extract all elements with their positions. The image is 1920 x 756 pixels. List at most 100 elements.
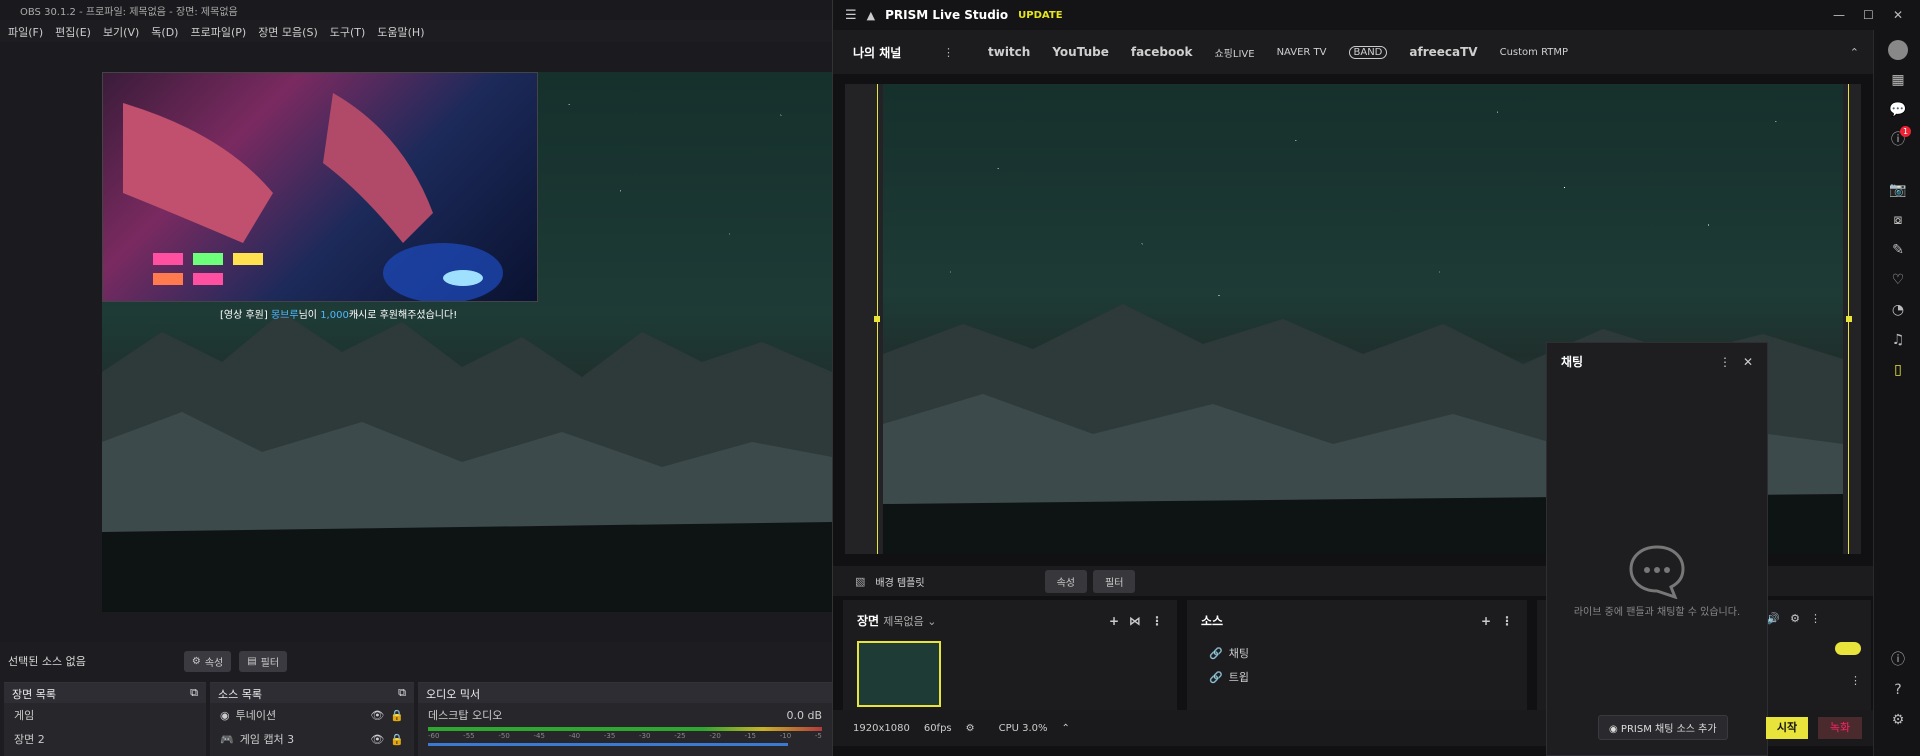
audio-toggle[interactable] [1835,642,1861,655]
platform-afreecatv[interactable]: afreecaTV [1409,45,1477,59]
add-chat-source-button[interactable]: ◉ PRISM 채팅 소스 추가 [1598,715,1728,740]
source-item[interactable]: 🔗 채팅 [1187,641,1527,665]
resize-handle-right[interactable] [1846,316,1852,322]
collapse-icon[interactable]: ⌃ [1850,46,1859,59]
more-vertical-icon[interactable]: ⋮ [1810,612,1821,625]
resize-handle-left[interactable] [874,316,880,322]
platform-youtube[interactable]: YouTube [1052,45,1109,59]
more-vertical-icon[interactable]: ⋮ [1151,614,1163,628]
scene-panel: 장면 제목없음 ⌄ + ⋈ ⋮ [843,600,1177,710]
record-button[interactable]: 녹화 [1818,717,1862,739]
music-icon[interactable]: ♫ [1888,330,1908,350]
minimize-icon[interactable]: — [1833,8,1845,22]
volume-icon[interactable]: 🔊 [1766,612,1780,625]
source-panel: 소스 + ⋮ 🔗 채팅 🔗 트윕 [1187,600,1527,710]
filters-button[interactable]: ▤ 필터 [239,650,288,672]
hamburger-menu-icon[interactable]: ☰ [845,8,857,23]
more-vertical-icon[interactable]: ⋮ [1850,674,1861,687]
scene-item[interactable]: 장면 2 [4,727,206,751]
platform-shopping-live[interactable]: 쇼핑LIVE [1214,45,1254,60]
chat-header: 채팅 ⋮ ✕ [1547,343,1767,380]
prism-app-title: PRISM Live Studio [885,8,1009,22]
menu-edit[interactable]: 편집(E) [55,24,91,39]
menu-tools[interactable]: 도구(T) [330,24,366,39]
obs-preview[interactable]: [영상 후원] 몽브루님이 1,000캐시로 후원해주셨습니다! [0,42,832,642]
sticker-icon[interactable]: ◔ [1888,300,1908,320]
source-item-label: 투네이션 [235,709,277,722]
obs-title-text: OBS 30.1.2 - 프로파일: 제목없음 - 장면: 제목없음 [20,7,238,18]
menu-profile[interactable]: 프로파일(P) [190,24,246,39]
dj-video-overlay[interactable] [102,72,538,302]
eye-icon[interactable]: 👁 [370,733,384,746]
gamepad-icon: 🎮 [220,732,234,746]
help-icon[interactable]: ? [1888,680,1908,700]
link-icon: 🔗 [1209,670,1223,684]
source-item[interactable]: 🔗 트윕 [1187,665,1527,689]
dock-popout-icon[interactable]: ⧉ [190,686,198,700]
chevron-up-icon[interactable]: ⌃ [1062,723,1070,734]
add-icon[interactable]: + [1109,614,1119,628]
layout-icon[interactable]: ▦ [1888,70,1908,90]
gear-icon[interactable]: ⚙ [966,723,975,734]
scene-item[interactable]: 게임 [4,703,206,727]
transition-icon[interactable]: ⋈ [1129,614,1141,628]
info-icon[interactable]: ⓘ [1888,650,1908,670]
chat-icon[interactable]: 💬 [1888,100,1908,120]
eye-icon[interactable]: 👁 [370,709,384,722]
heart-icon[interactable]: ♡ [1888,270,1908,290]
source-item-label: 채팅 [1228,647,1249,660]
mixer-title: 오디오 믹서 [426,688,481,701]
obs-source-toolbar: 선택된 소스 없음 ⚙ 속성 ▤ 필터 [0,650,832,672]
channel-bar: 나의 채널 ⋮ twitch YouTube facebook 쇼핑LIVE N… [833,30,1873,74]
prism-properties-button[interactable]: 속성 [1044,569,1087,593]
volume-slider[interactable] [428,743,788,746]
maximize-icon[interactable]: ☐ [1863,8,1874,22]
close-icon[interactable]: ✕ [1893,8,1903,22]
donation-mid: 님이 [298,310,317,321]
source-item-label: 게임 캡처 3 [239,733,295,746]
platform-naver-tv[interactable]: NAVER TV [1277,47,1327,58]
template-icon: ▧ [855,574,866,588]
add-icon[interactable]: + [1481,614,1491,628]
gear-icon[interactable]: ⚙ [1790,612,1800,625]
scene-thumbnail[interactable] [857,641,941,707]
lock-icon[interactable]: 🔒 [390,709,404,722]
obs-titlebar: OBS 30.1.2 - 프로파일: 제목없음 - 장면: 제목없음 [0,0,832,20]
dj-mixer-image [123,93,503,301]
notice-icon[interactable]: ⓘ 1 [1888,126,1912,150]
phone-icon[interactable]: ▯ [1888,360,1908,380]
scene-list-title: 장면 목록 [12,688,56,701]
scene-name-dropdown[interactable]: 제목없음 ⌄ [883,615,936,628]
update-badge[interactable]: UPDATE [1018,10,1062,21]
camera-icon[interactable]: 📷 [1888,180,1908,200]
lock-icon[interactable]: 🔒 [390,733,404,746]
platform-custom-rtmp[interactable]: Custom RTMP [1500,47,1568,58]
start-broadcast-button[interactable]: 시작 [1766,717,1808,739]
source-item[interactable]: ◉ 투네이션 👁 🔒 [210,703,414,727]
draw-icon[interactable]: ✎ [1888,240,1908,260]
more-vertical-icon[interactable]: ⋮ [1719,355,1731,369]
settings-icon[interactable]: ⚙ [1888,710,1908,730]
properties-button[interactable]: ⚙ 속성 [183,650,232,672]
platform-twitch[interactable]: twitch [988,45,1030,59]
audio-mixer-dock: 오디오 믹서 데스크탑 오디오 0.0 dB -60 -55 -50 -45 -40 -35… [418,682,832,756]
chat-empty-message: 라이브 중에 팬들과 채팅할 수 있습니다. [1573,607,1741,618]
dock-popout-icon[interactable]: ⧉ [398,686,406,700]
close-icon[interactable]: ✕ [1743,355,1753,369]
prism-filter-button[interactable]: 필터 [1093,569,1136,593]
platform-facebook[interactable]: facebook [1131,45,1193,59]
more-vertical-icon[interactable]: ⋮ [943,46,954,59]
avatar[interactable] [1888,40,1908,60]
source-list-title: 소스 목록 [218,688,262,701]
menu-file[interactable]: 파일(F) [8,24,43,39]
platform-band[interactable]: BAND [1348,45,1388,59]
virtual-cam-icon[interactable]: ⧇ [1888,210,1908,230]
more-vertical-icon[interactable]: ⋮ [1501,614,1513,628]
menu-scene-collection[interactable]: 장면 모음(S) [258,24,318,39]
menu-help[interactable]: 도움말(H) [377,24,424,39]
menu-dock[interactable]: 독(D) [151,24,178,39]
bg-template-label[interactable]: 배경 템플릿 [875,574,924,589]
menu-view[interactable]: 보기(V) [103,24,139,39]
fps-label: 60fps [923,722,952,734]
source-item[interactable]: 🎮 게임 캡처 3 👁 🔒 [210,727,414,751]
